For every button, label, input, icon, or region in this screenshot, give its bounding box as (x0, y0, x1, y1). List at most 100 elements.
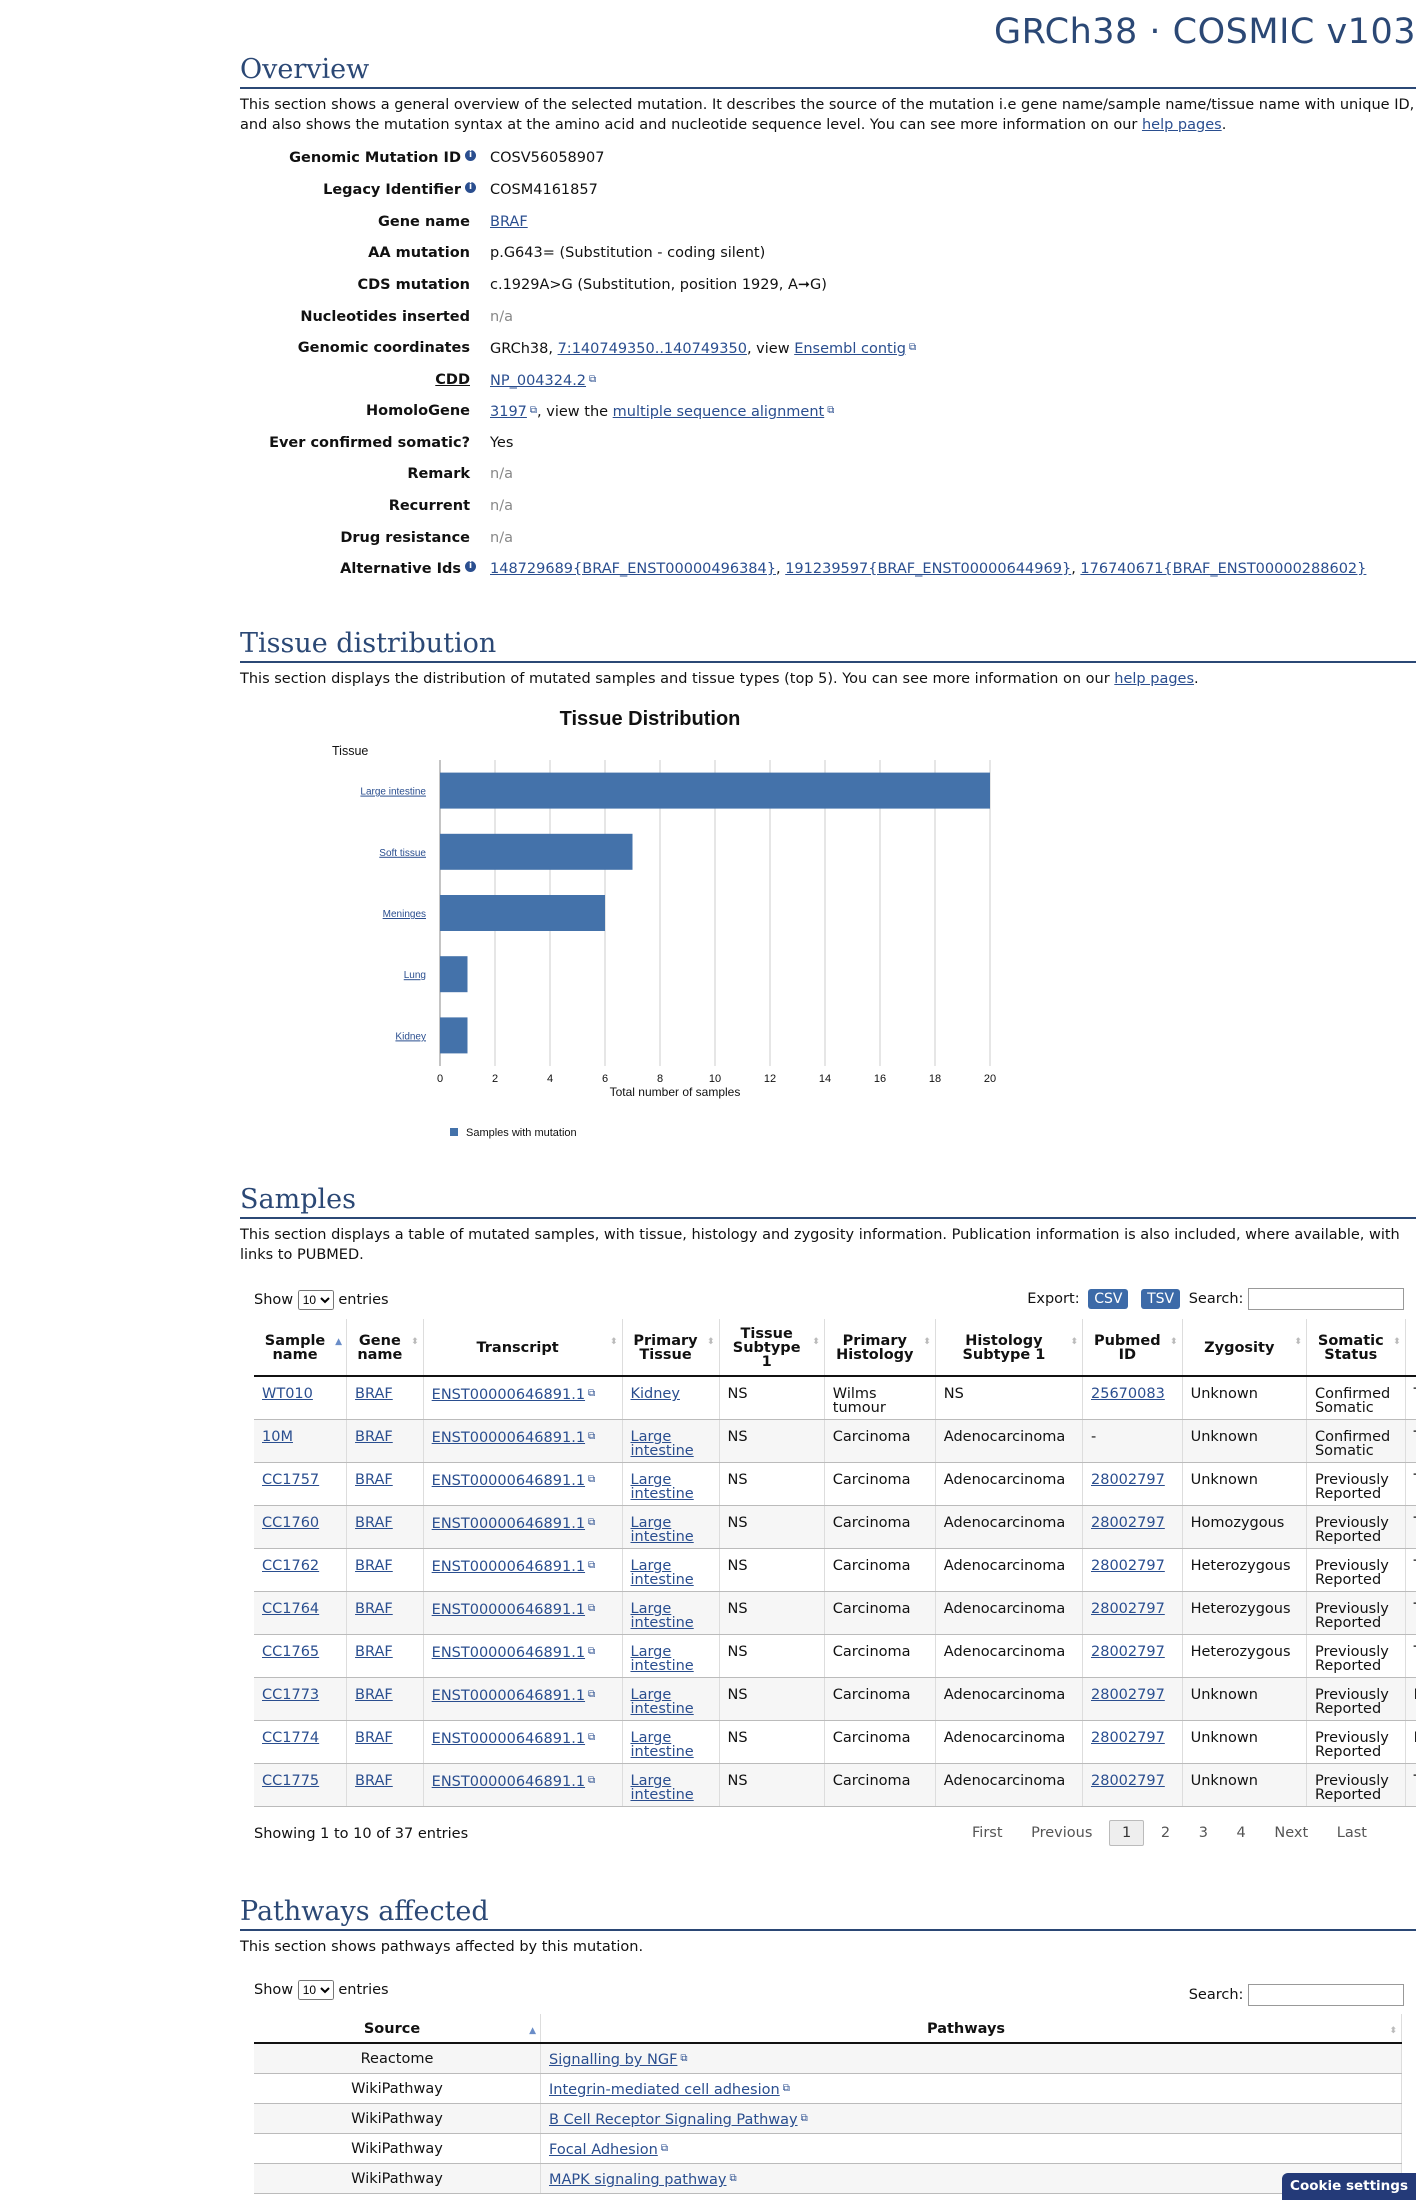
col-histology-subtype[interactable]: Histology Subtype 1 ⬍ (935, 1319, 1084, 1377)
pubmed-link[interactable]: 28002797 (1091, 1601, 1165, 1617)
gene-link[interactable]: BRAF (355, 1773, 393, 1789)
col-tissue-subtype[interactable]: Tissue Subtype 1 ⬍ (719, 1319, 825, 1377)
sample-link[interactable]: CC1760 (262, 1515, 319, 1531)
sequence-alignment-link[interactable]: multiple sequence alignment (613, 404, 825, 420)
cdd-link[interactable]: NP_004324.2 (490, 373, 586, 389)
tissue-link[interactable]: Kidney (631, 1386, 680, 1402)
alt-id-link[interactable]: 148729689{BRAF_ENST00000496384} (490, 561, 776, 577)
pubmed-link[interactable]: 28002797 (1091, 1730, 1165, 1746)
pager-next[interactable]: Next (1262, 1821, 1320, 1845)
tissue-link[interactable]: Large intestine (631, 1558, 694, 1588)
help-pages-link[interactable]: help pages (1142, 117, 1222, 133)
pager-page[interactable]: 1 (1109, 1820, 1145, 1846)
ensembl-contig-link[interactable]: Ensembl contig (794, 341, 906, 357)
bar[interactable] (440, 956, 468, 993)
alt-id-link[interactable]: 191239597{BRAF_ENST00000644969} (785, 561, 1071, 577)
export-tsv-button[interactable]: TSV (1141, 1289, 1181, 1309)
col-primary-tissue[interactable]: Primary Tissue ⬍ (622, 1319, 720, 1377)
gene-link[interactable]: BRAF (355, 1601, 393, 1617)
category-label-link[interactable]: Large intestine (360, 787, 426, 798)
col-truncated[interactable] (1405, 1319, 1416, 1377)
tissue-link[interactable]: Large intestine (631, 1773, 694, 1803)
tissue-link[interactable]: Large intestine (631, 1429, 694, 1459)
gene-link[interactable]: BRAF (355, 1558, 393, 1574)
gene-name-link[interactable]: BRAF (490, 211, 528, 233)
transcript-link[interactable]: ENST00000646891.1 (432, 1774, 585, 1790)
pubmed-link[interactable]: 28002797 (1091, 1687, 1165, 1703)
pathway-link[interactable]: Focal Adhesion (549, 2142, 658, 2158)
sample-link[interactable]: CC1764 (262, 1601, 319, 1617)
transcript-link[interactable]: ENST00000646891.1 (432, 1473, 585, 1489)
alt-id-link[interactable]: 176740671{BRAF_ENST00000288602} (1080, 561, 1366, 577)
transcript-link[interactable]: ENST00000646891.1 (432, 1559, 585, 1575)
col-somatic-status[interactable]: Somatic Status ⬍ (1306, 1319, 1406, 1377)
sample-link[interactable]: CC1773 (262, 1687, 319, 1703)
pager-page[interactable]: 3 (1187, 1821, 1220, 1845)
pubmed-link[interactable]: 28002797 (1091, 1558, 1165, 1574)
sample-link[interactable]: CC1757 (262, 1472, 319, 1488)
category-label-link[interactable]: Kidney (395, 1031, 426, 1042)
gene-link[interactable]: BRAF (355, 1687, 393, 1703)
page-size-select[interactable]: 10 (297, 1980, 334, 2000)
col-zygosity[interactable]: Zygosity ⬍ (1182, 1319, 1307, 1377)
pager-page[interactable]: 4 (1225, 1821, 1258, 1845)
bar[interactable] (440, 772, 990, 809)
pubmed-link[interactable]: 28002797 (1091, 1472, 1165, 1488)
col-transcript[interactable]: Transcript ⬍ (423, 1319, 623, 1377)
bar[interactable] (440, 895, 605, 931)
col-pathways[interactable]: Pathways ⬍ (540, 2014, 1402, 2044)
transcript-link[interactable]: ENST00000646891.1 (432, 1602, 585, 1618)
transcript-link[interactable]: ENST00000646891.1 (432, 1688, 585, 1704)
col-source[interactable]: Source ▲ (254, 2014, 541, 2044)
samples-search-input[interactable] (1248, 1288, 1404, 1310)
col-primary-histology[interactable]: Primary Histology ⬍ (824, 1319, 936, 1377)
col-sample-name[interactable]: Sample name ▲ (254, 1319, 348, 1377)
sample-link[interactable]: CC1774 (262, 1730, 319, 1746)
pubmed-link[interactable]: 28002797 (1091, 1773, 1165, 1789)
category-label-link[interactable]: Meninges (383, 909, 426, 920)
transcript-link[interactable]: ENST00000646891.1 (432, 1387, 585, 1403)
pathway-link[interactable]: Signalling by NGF (549, 2052, 677, 2068)
tissue-link[interactable]: Large intestine (631, 1730, 694, 1760)
pubmed-link[interactable]: 25670083 (1091, 1386, 1165, 1402)
pager-page[interactable]: 2 (1149, 1821, 1182, 1845)
pathway-link[interactable]: B Cell Receptor Signaling Pathway (549, 2112, 798, 2128)
sample-link[interactable]: CC1762 (262, 1558, 319, 1574)
gene-link[interactable]: BRAF (355, 1515, 393, 1531)
transcript-link[interactable]: ENST00000646891.1 (432, 1645, 585, 1661)
col-pubmed-id[interactable]: Pubmed ID ⬍ (1082, 1319, 1183, 1377)
tissue-link[interactable]: Large intestine (631, 1472, 694, 1502)
pubmed-link[interactable]: 28002797 (1091, 1644, 1165, 1660)
sample-link[interactable]: CC1765 (262, 1644, 319, 1660)
tissue-link[interactable]: Large intestine (631, 1515, 694, 1545)
gene-link[interactable]: BRAF (355, 1472, 393, 1488)
info-icon[interactable]: i (465, 150, 476, 161)
tissue-link[interactable]: Large intestine (631, 1687, 694, 1717)
pathway-link[interactable]: MAPK signaling pathway (549, 2172, 727, 2188)
export-csv-button[interactable]: CSV (1088, 1289, 1129, 1309)
help-pages-link[interactable]: help pages (1114, 671, 1194, 687)
cookie-settings-button[interactable]: Cookie settings (1282, 2173, 1416, 2200)
pubmed-link[interactable]: 28002797 (1091, 1515, 1165, 1531)
info-icon[interactable]: i (465, 561, 476, 572)
info-icon[interactable]: i (465, 182, 476, 193)
bar[interactable] (440, 833, 633, 870)
category-label-link[interactable]: Lung (404, 970, 426, 981)
page-size-select[interactable]: 10 (297, 1290, 334, 1310)
tissue-link[interactable]: Large intestine (631, 1601, 694, 1631)
col-gene-name[interactable]: Gene name ⬍ (346, 1319, 424, 1377)
gene-link[interactable]: BRAF (355, 1386, 393, 1402)
bar[interactable] (440, 1017, 468, 1054)
tissue-link[interactable]: Large intestine (631, 1644, 694, 1674)
sample-link[interactable]: 10M (262, 1429, 293, 1445)
gene-link[interactable]: BRAF (355, 1730, 393, 1746)
coordinates-link[interactable]: 7:140749350..140749350 (558, 341, 747, 357)
gene-link[interactable]: BRAF (355, 1429, 393, 1445)
pager-first[interactable]: First (960, 1821, 1015, 1845)
pager-last[interactable]: Last (1325, 1821, 1379, 1845)
sample-link[interactable]: CC1775 (262, 1773, 319, 1789)
transcript-link[interactable]: ENST00000646891.1 (432, 1430, 585, 1446)
pager-previous[interactable]: Previous (1019, 1821, 1104, 1845)
category-label-link[interactable]: Soft tissue (379, 848, 426, 859)
gene-link[interactable]: BRAF (355, 1644, 393, 1660)
